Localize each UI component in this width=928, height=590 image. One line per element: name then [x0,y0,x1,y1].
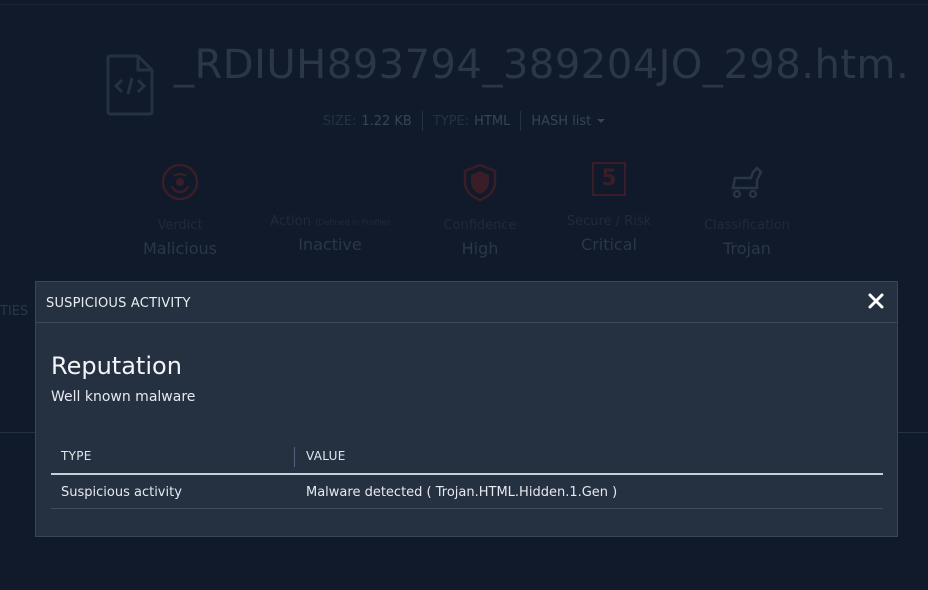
stat-value: Trojan [723,239,771,258]
table-header: TYPE VALUE [51,447,883,475]
modal-header: SUSPICIOUS ACTIVITY [36,282,897,323]
type-label: TYPE: [432,113,470,129]
file-type: TYPE: HTML [423,111,521,131]
column-header-value[interactable]: VALUE [306,449,346,463]
stats-row: Verdict Malicious Action (Defined in Pro… [0,162,928,262]
stat-verdict: Verdict Malicious [105,162,255,258]
shield-icon [463,163,497,202]
type-value: HTML [474,113,511,129]
size-label: SIZE: [322,113,357,129]
reputation-heading: Reputation [51,352,182,380]
stat-value: Critical [581,235,637,254]
activity-table: TYPE VALUE Suspicious activity Malware d… [51,447,883,509]
stat-label: Secure / Risk [566,214,652,229]
modal-title: SUSPICIOUS ACTIVITY [46,296,191,311]
stat-label: Confidence [443,218,517,233]
stat-icon-placeholder [310,162,350,202]
stat-confidence: Confidence High [405,162,555,258]
suspicious-activity-modal: SUSPICIOUS ACTIVITY Reputation Well know… [35,281,898,537]
caret-down-icon [597,119,606,123]
stat-classification: Classification Trojan [672,162,822,258]
biohazard-icon [161,163,199,201]
hash-list-label: HASH list [531,113,592,129]
background-tab-fragment: TIES [0,304,29,319]
column-divider [294,447,295,467]
close-icon[interactable] [867,292,885,310]
reputation-subheading: Well known malware [51,389,196,405]
stat-value: Inactive [298,235,362,254]
stat-value: High [461,239,499,258]
file-code-icon [106,54,154,116]
trojan-horse-icon [731,166,763,199]
cell-value: Malware detected ( Trojan.HTML.Hidden.1.… [306,485,618,500]
top-divider [0,4,928,5]
risk-score-icon: 5 [592,162,626,196]
file-size: SIZE: 1.22 KB [313,111,422,131]
table-row: Suspicious activity Malware detected ( T… [51,475,883,509]
file-meta-row: SIZE: 1.22 KB TYPE: HTML HASH list [0,110,928,132]
file-name: _RDIUH893794_389204JO_298.htm. [174,42,910,88]
stat-risk: 5 Secure / Risk Critical [534,162,684,254]
cell-type: Suspicious activity [61,485,182,500]
background-divider [898,432,928,433]
stat-label: Classification [703,218,791,233]
stat-label: Action (Defined in Profile) [270,214,390,229]
size-value: 1.22 KB [361,113,412,129]
stat-action: Action (Defined in Profile) Inactive [255,162,405,254]
background-divider [0,432,36,433]
stat-label: Verdict [157,218,203,233]
hash-list-dropdown[interactable]: HASH list [521,111,615,131]
column-header-type[interactable]: TYPE [61,449,92,463]
stat-value: Malicious [142,239,217,258]
